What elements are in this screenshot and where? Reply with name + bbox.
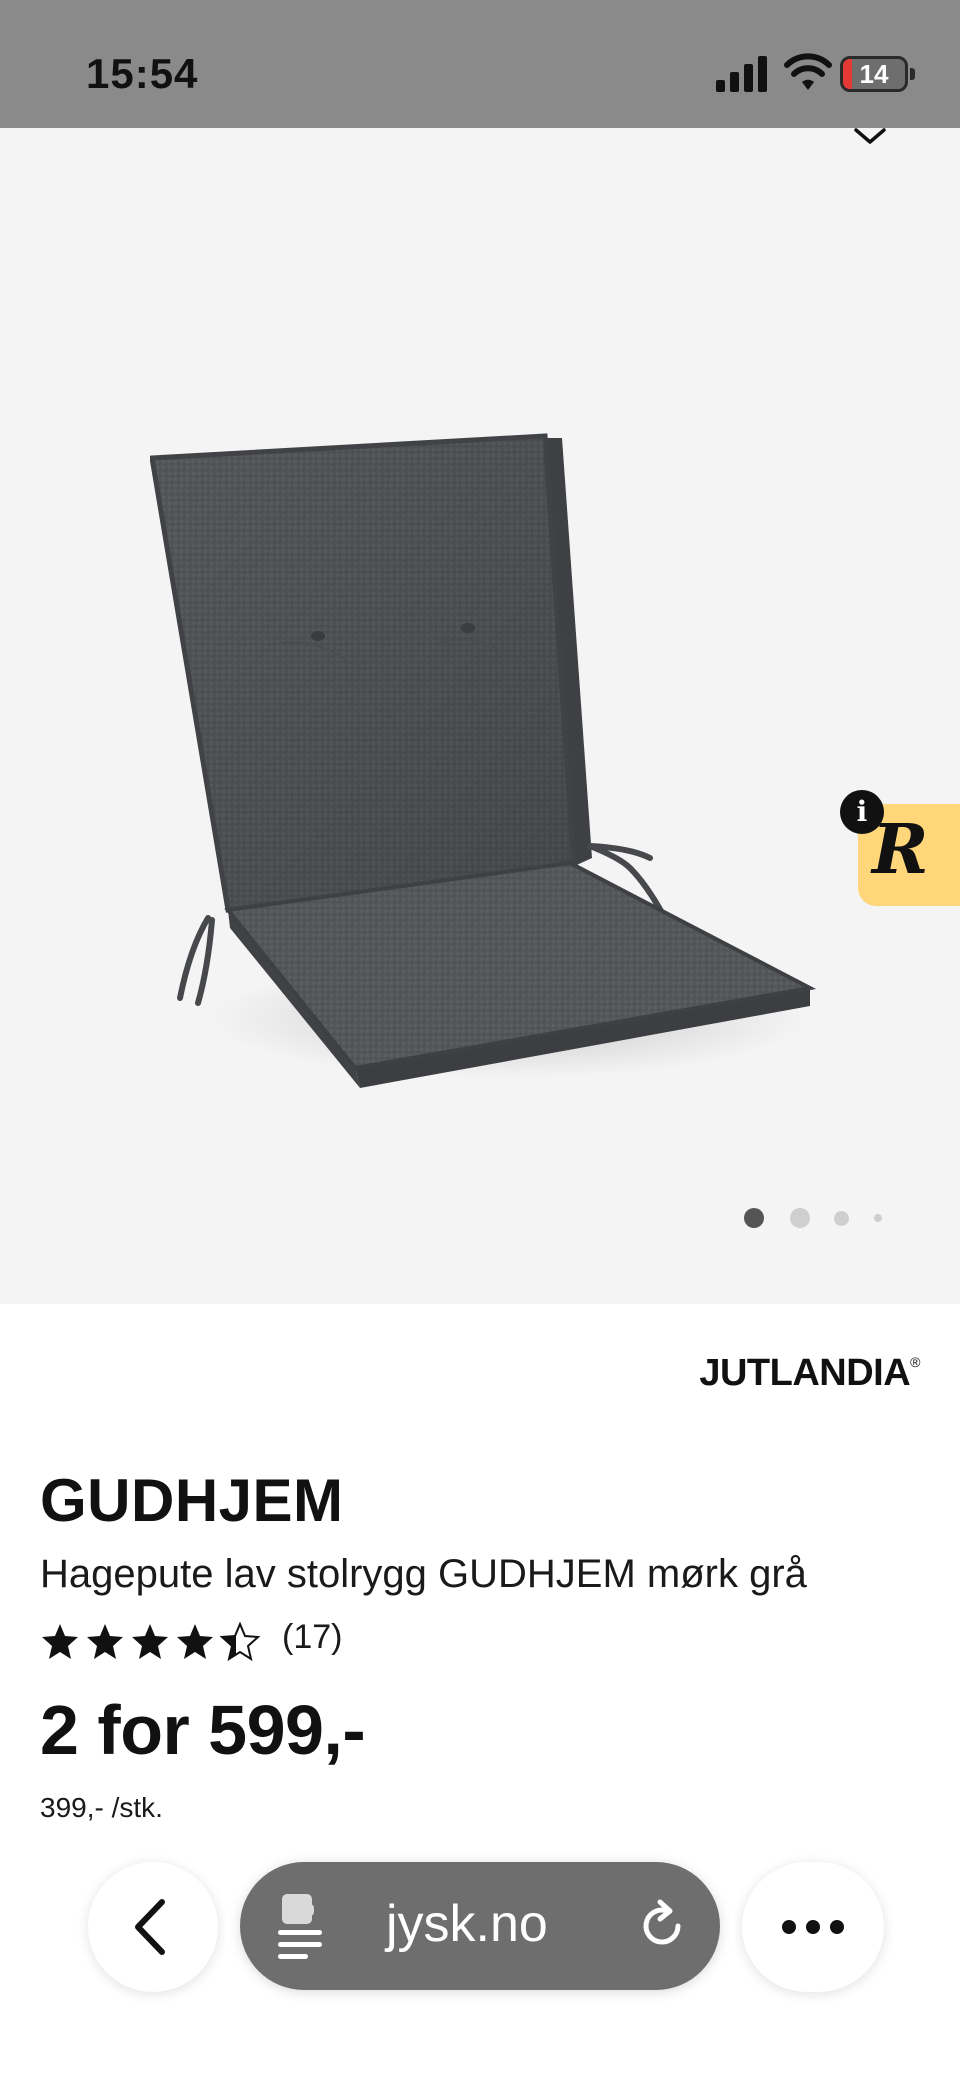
rating-stars[interactable] <box>40 1622 270 1662</box>
page-menu-icon[interactable] <box>274 1890 334 1960</box>
reload-icon[interactable] <box>632 1896 692 1956</box>
info-icon[interactable]: i <box>840 790 884 834</box>
product-description: Hagepute lav stolrygg GUDHJEM mørk grå <box>40 1552 807 1596</box>
battery-tip <box>910 68 915 80</box>
gallery-dot[interactable] <box>790 1208 810 1228</box>
battery-icon: 14 <box>840 56 908 92</box>
status-time: 15:54 <box>86 50 199 97</box>
gallery-dot[interactable] <box>874 1214 882 1222</box>
cellular-signal-icon <box>716 56 767 92</box>
back-button[interactable] <box>88 1862 218 1992</box>
chevron-down-icon[interactable] <box>850 128 890 148</box>
more-dots-icon <box>782 1920 844 1934</box>
product-price: 2 for 599,- <box>40 1691 366 1769</box>
star-icon <box>87 1624 123 1659</box>
registered-mark: ® <box>910 1354 920 1370</box>
gallery-pagination[interactable] <box>740 1208 890 1232</box>
review-count[interactable]: (17) <box>282 1618 342 1657</box>
star-icon <box>42 1624 78 1659</box>
unit-price: 399,- /stk. <box>40 1792 163 1823</box>
chevron-left-icon <box>135 1899 165 1955</box>
more-button[interactable] <box>742 1862 884 1992</box>
gallery-dot[interactable] <box>834 1211 849 1226</box>
star-icon <box>132 1624 168 1659</box>
status-bar: 15:54 14 <box>0 0 960 128</box>
star-icon <box>177 1624 213 1659</box>
half-star-icon <box>221 1623 259 1660</box>
browser-toolbar: jysk.no <box>0 1850 960 2079</box>
product-gallery[interactable]: R i <box>0 128 960 1304</box>
battery-level: 14 <box>859 59 889 89</box>
wifi-icon <box>784 53 832 90</box>
brand-logo[interactable]: JUTLANDIA® <box>699 1352 920 1395</box>
address-bar[interactable]: jysk.no <box>240 1862 720 1990</box>
product-image[interactable] <box>150 298 830 1138</box>
product-title: GUDHJEM <box>40 1467 344 1534</box>
gallery-dot-active[interactable] <box>744 1208 764 1228</box>
brand-name: JUTLANDIA <box>699 1352 911 1394</box>
url-text[interactable]: jysk.no <box>386 1894 548 1954</box>
